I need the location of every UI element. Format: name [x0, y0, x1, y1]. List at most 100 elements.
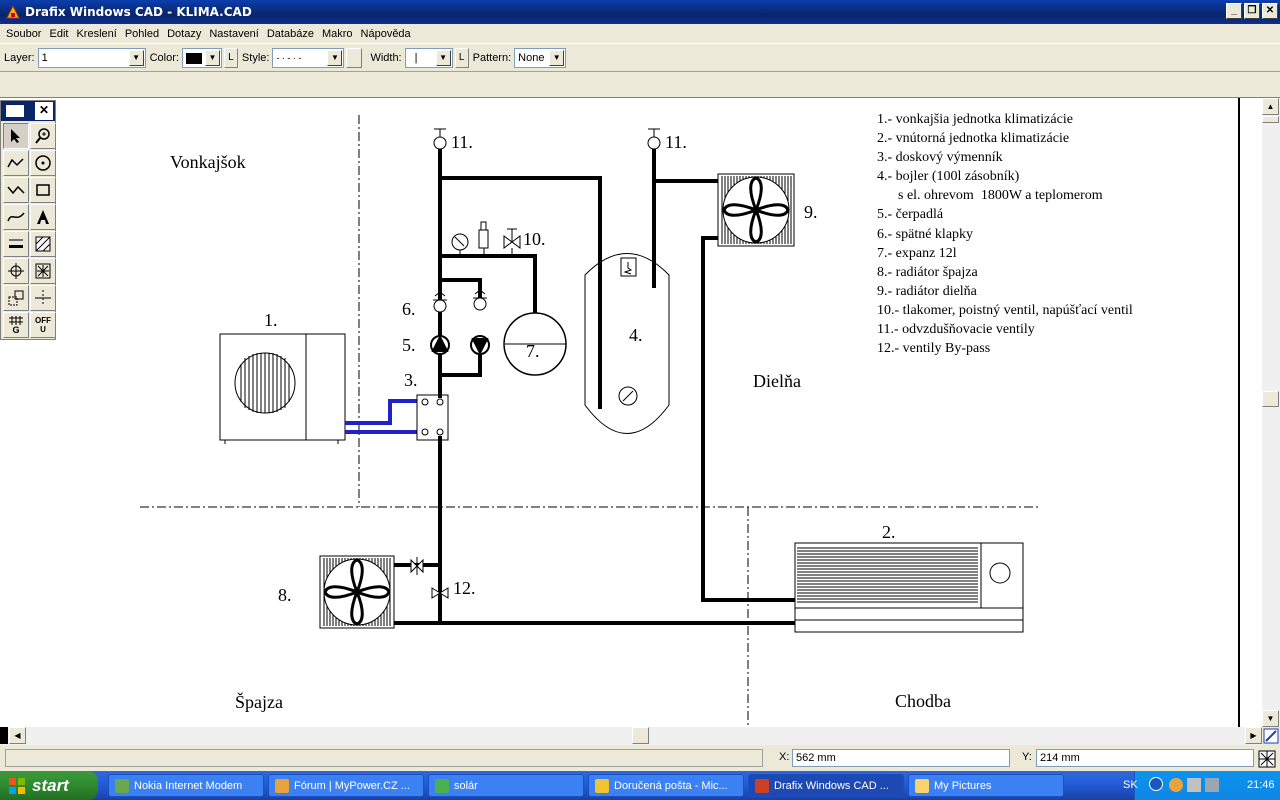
- task-forum-mypower[interactable]: Fórum | MyPower.CZ ...: [268, 774, 424, 797]
- chevron-down-icon[interactable]: ▼: [128, 50, 144, 66]
- polyline-icon: [7, 158, 24, 168]
- explode-tool[interactable]: [30, 258, 56, 284]
- trim-tool[interactable]: [30, 285, 56, 311]
- label-1: 1.: [264, 310, 278, 330]
- grip-icon: [1258, 750, 1276, 768]
- rectangle-tool[interactable]: [30, 177, 56, 203]
- chevron-down-icon[interactable]: ▼: [327, 50, 343, 66]
- spreadsheet-icon: [435, 778, 449, 793]
- menu-dotazy[interactable]: Dotazy: [163, 28, 205, 40]
- scroll-down-button[interactable]: ▼: [1262, 710, 1279, 727]
- clock[interactable]: 21:46: [1247, 779, 1275, 791]
- browser-tray-icon[interactable]: [1169, 778, 1183, 792]
- legend-item: 10.- tlakomer, poistný ventil, napúšťací…: [877, 302, 1133, 318]
- snap-tool[interactable]: [3, 258, 29, 284]
- room-outside: Vonkajšok: [170, 152, 246, 172]
- width-select[interactable]: | ▼: [404, 48, 453, 68]
- color-lock-button[interactable]: L: [223, 48, 238, 68]
- menu-soubor[interactable]: Soubor: [2, 28, 45, 40]
- dimension-tool[interactable]: [3, 231, 29, 257]
- style-select[interactable]: - · - · - ▼: [272, 48, 345, 68]
- circle-tool[interactable]: [30, 150, 56, 176]
- outdoor-ac-unit[interactable]: [219, 333, 346, 444]
- language-indicator[interactable]: SK: [1123, 779, 1138, 791]
- plate-heat-exchanger[interactable]: [416, 394, 449, 441]
- y-coord-label: Y:: [1022, 751, 1032, 763]
- canvas-edge: [1238, 98, 1240, 727]
- scroll-right-button[interactable]: ▶: [1245, 727, 1262, 744]
- vertical-scroll-thumb[interactable]: [1262, 391, 1279, 407]
- drafix-app-icon[interactable]: [5, 4, 21, 20]
- ortho-toggle[interactable]: OFF U: [30, 312, 56, 338]
- task-drafix-cad[interactable]: Drafix Windows CAD ...: [748, 774, 904, 797]
- menu-databaze[interactable]: Databáze: [263, 28, 318, 40]
- legend-item: 1.- vonkajšia jednotka klimatizácie: [877, 112, 1073, 127]
- horizontal-scroll-thumb[interactable]: [632, 727, 649, 744]
- polyline-tool[interactable]: [3, 150, 29, 176]
- select-tool[interactable]: [3, 123, 29, 149]
- room-pantry: Špajza: [235, 692, 283, 712]
- text-a-icon: [37, 210, 49, 224]
- minimize-button[interactable]: _: [1226, 3, 1242, 19]
- circle-icon: [35, 155, 51, 171]
- radiator-workshop[interactable]: [717, 173, 795, 247]
- task-label: solár: [454, 779, 478, 792]
- width-label: Width:: [370, 52, 402, 64]
- color-swatch: [185, 52, 202, 64]
- chevron-left-icon[interactable]: [1149, 777, 1163, 791]
- start-button[interactable]: start: [0, 771, 98, 800]
- task-mail[interactable]: Doručená pošta - Mic...: [588, 774, 744, 797]
- boiler-tank[interactable]: [584, 253, 670, 434]
- windows-logo-icon: [9, 777, 25, 794]
- menu-nastaveni[interactable]: Nastavení: [205, 28, 263, 40]
- tool-tray-icon[interactable]: [1205, 778, 1219, 792]
- text-tool[interactable]: [30, 204, 56, 230]
- pattern-select[interactable]: None ▼: [514, 48, 567, 68]
- hatch-tool[interactable]: [30, 231, 56, 257]
- curve-icon: [7, 212, 25, 222]
- label-7: 7.: [526, 341, 540, 361]
- legend-item: 11.- odvzdušňovacie ventily: [877, 322, 1035, 338]
- title-bar: Drafix Windows CAD - KLIMA.CAD _ ❐ ✕: [0, 0, 1280, 24]
- layer-select[interactable]: 1 ▼: [37, 48, 146, 68]
- layer-label: Layer:: [4, 52, 35, 64]
- menu-kresleni[interactable]: Kreslení: [72, 28, 120, 40]
- chevron-down-icon[interactable]: ▼: [435, 50, 451, 66]
- radiator-pantry[interactable]: [319, 555, 395, 629]
- drafix-icon: [755, 778, 769, 793]
- legend-item: 7.- expanz 12l: [877, 245, 957, 261]
- indoor-ac-unit[interactable]: [794, 542, 1024, 633]
- move-tool[interactable]: [3, 285, 29, 311]
- width-lock-button[interactable]: L: [454, 48, 469, 68]
- menu-napoveda[interactable]: Nápověda: [357, 28, 415, 40]
- menu-makro[interactable]: Makro: [318, 28, 357, 40]
- grid-toggle[interactable]: G: [3, 312, 29, 338]
- menu-edit[interactable]: Edit: [45, 28, 72, 40]
- chevron-down-icon[interactable]: ▼: [549, 50, 565, 66]
- menu-pohled[interactable]: Pohled: [121, 28, 163, 40]
- close-button[interactable]: ✕: [1262, 3, 1278, 19]
- network-icon[interactable]: [1187, 778, 1201, 792]
- task-nokia-modem[interactable]: Nokia Internet Modem: [108, 774, 264, 797]
- grid-label: G: [12, 324, 20, 335]
- label-3: 3.: [404, 370, 418, 390]
- off-sub-label: U: [40, 325, 46, 334]
- task-solar[interactable]: solár: [428, 774, 584, 797]
- zoom-tool[interactable]: [30, 123, 56, 149]
- arrow-pointer-icon: [11, 129, 20, 143]
- style-lock-button[interactable]: [346, 48, 363, 68]
- legend-item: 2.- vnútorná jednotka klimatizácie: [877, 131, 1070, 147]
- curve-tool[interactable]: [3, 204, 29, 230]
- y-coord-field: 214 mm: [1036, 749, 1254, 767]
- horizontal-scrollbar[interactable]: ◀ ▶: [0, 727, 1262, 745]
- maximize-button[interactable]: ❐: [1244, 3, 1260, 19]
- star-box-icon: [35, 263, 51, 279]
- scroll-left-button[interactable]: ◀: [9, 727, 26, 744]
- vertical-scrollbar[interactable]: ▲ ▼: [1262, 98, 1280, 727]
- scroll-up-button[interactable]: ▲: [1262, 98, 1279, 115]
- line-tool[interactable]: [3, 177, 29, 203]
- chevron-down-icon[interactable]: ▼: [204, 50, 220, 66]
- palette-close-icon[interactable]: ✕: [35, 102, 53, 120]
- color-select[interactable]: ▼: [181, 48, 222, 68]
- task-my-pictures[interactable]: My Pictures: [908, 774, 1064, 797]
